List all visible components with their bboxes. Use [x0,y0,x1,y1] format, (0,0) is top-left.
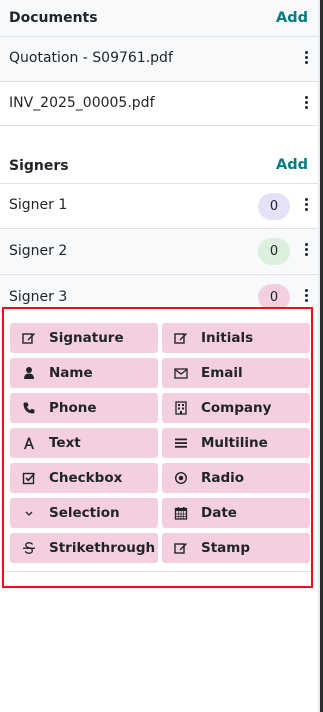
stamp-icon [174,541,188,555]
signer-name: Signer 2 [9,243,68,259]
envelope-icon [174,366,188,380]
radio-icon [174,471,188,485]
field-initials-button[interactable]: Initials [162,323,310,353]
field-label: Multiline [201,435,268,451]
checkbox-icon [22,471,36,485]
field-strikethrough-button[interactable]: Strikethrough [10,533,158,563]
palette-divider [4,571,311,572]
field-label: Phone [49,400,97,416]
user-icon [22,366,36,380]
phone-icon [22,401,36,415]
field-multiline-button[interactable]: Multiline [162,428,310,458]
field-selection-button[interactable]: Selection [10,498,158,528]
field-label: Date [201,505,237,521]
field-checkbox-button[interactable]: Checkbox [10,463,158,493]
chevron-down-icon [22,506,36,520]
field-radio-button[interactable]: Radio [162,463,310,493]
documents-title: Documents [9,10,98,26]
field-company-button[interactable]: Company [162,393,310,423]
signer-field-count-badge: 0 [258,193,290,220]
add-signer-button[interactable]: Add [276,157,308,173]
panel-border [318,0,320,712]
document-menu-icon[interactable] [302,94,310,114]
initials-icon [174,331,188,345]
field-label: Signature [49,330,124,346]
signer-name: Signer 3 [9,289,68,305]
signers-title: Signers [9,158,69,174]
field-phone-button[interactable]: Phone [10,393,158,423]
add-document-button[interactable]: Add [276,10,308,26]
signers-header: Signers Add [0,146,318,182]
signer-name: Signer 1 [9,197,68,213]
signer-row[interactable]: Signer 1 0 [0,183,318,228]
field-label: Radio [201,470,245,486]
field-name-button[interactable]: Name [10,358,158,388]
field-label: Company [201,400,272,416]
field-label: Stamp [201,540,251,556]
field-email-button[interactable]: Email [162,358,310,388]
field-label: Text [49,435,81,451]
field-label: Name [49,365,93,381]
field-label: Checkbox [49,470,123,486]
field-signature-button[interactable]: Signature [10,323,158,353]
field-stamp-button[interactable]: Stamp [162,533,310,563]
signer-field-count-badge: 0 [258,238,290,265]
documents-divider [0,125,318,126]
field-date-button[interactable]: Date [162,498,310,528]
signer-row[interactable]: Signer 2 0 [0,228,318,273]
sign-sidebar: Documents Add Quotation - S09761.pdf INV… [0,0,318,712]
building-icon [174,401,188,415]
signature-icon [22,331,36,345]
signer-menu-icon[interactable] [302,241,310,261]
field-label: Email [201,365,243,381]
field-label: Strikethrough [49,540,156,556]
calendar-icon [174,506,188,520]
signer-menu-icon[interactable] [302,287,310,307]
documents-header: Documents Add [0,0,318,36]
multiline-icon [174,436,188,450]
document-row[interactable]: Quotation - S09761.pdf [0,36,318,81]
strikethrough-icon [22,541,36,555]
document-name: Quotation - S09761.pdf [9,50,173,66]
field-label: Initials [201,330,254,346]
document-row[interactable]: INV_2025_00005.pdf [0,81,318,126]
document-menu-icon[interactable] [302,49,310,69]
text-icon [22,436,36,450]
signer-row-selected[interactable]: Signer 3 0 [0,274,318,311]
document-name: INV_2025_00005.pdf [9,95,155,111]
field-text-button[interactable]: Text [10,428,158,458]
field-label: Selection [49,505,120,521]
signer-menu-icon[interactable] [302,196,310,216]
